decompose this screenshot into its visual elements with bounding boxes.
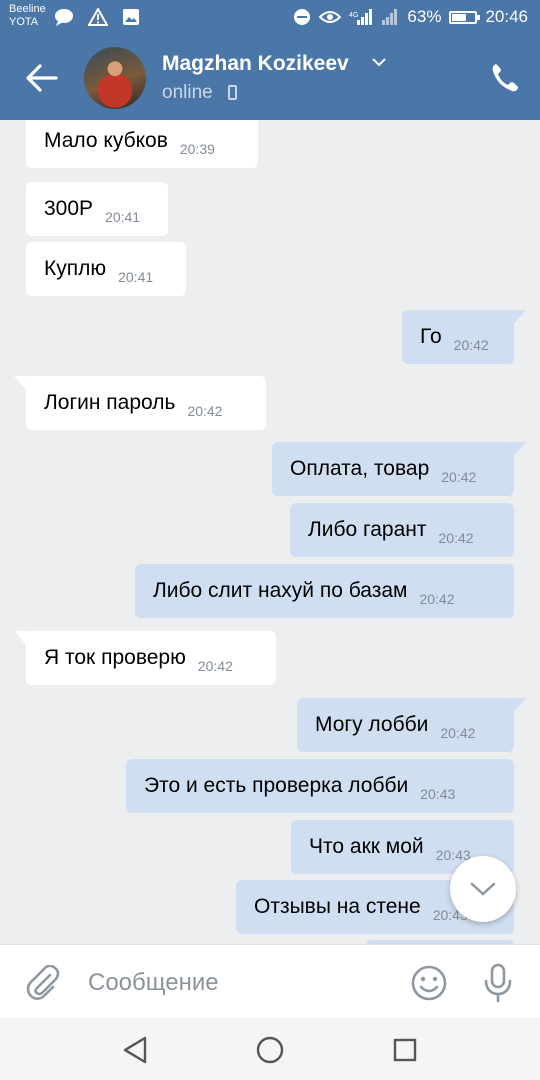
chevron-down-icon[interactable] (372, 57, 386, 67)
message-bubble[interactable]: Куплю 20:41 (26, 242, 186, 296)
bubble-tail (14, 631, 28, 647)
warning-icon (88, 8, 108, 26)
message-bubble[interactable]: Оплата, товар 20:42 (272, 442, 526, 496)
message-time: 20:42 (187, 403, 223, 419)
message-bubble[interactable]: 300Р 20:41 (26, 182, 168, 236)
avatar[interactable] (84, 47, 146, 109)
svg-text:4G: 4G (349, 12, 358, 19)
arrow-left-icon (26, 64, 58, 92)
nav-recent-apps-icon[interactable] (393, 1038, 417, 1062)
voice-message-button[interactable] (482, 963, 514, 1003)
message-text: Что акк мой (309, 835, 424, 858)
battery-percent: 63% (407, 7, 442, 26)
back-button[interactable] (24, 62, 60, 94)
carrier-2: YOTA (9, 16, 39, 28)
message-time: 20:41 (105, 209, 141, 225)
message-text: Го (420, 325, 442, 348)
message-bubble[interactable]: Либо слит нахуй по базам 20:42 (135, 564, 514, 618)
microphone-icon (484, 963, 512, 1003)
gallery-icon (123, 9, 139, 25)
chat-header: Magzhan Kozikeev online (0, 38, 540, 120)
clock: 20:46 (485, 7, 528, 26)
chevron-down-icon (470, 882, 496, 896)
message-input[interactable] (86, 959, 390, 1007)
message-time: 20:43 (420, 786, 456, 802)
bubble-tail (512, 442, 526, 458)
chat-notification-icon (55, 9, 73, 26)
message-text: Куплю (44, 257, 107, 280)
scroll-down-button[interactable] (450, 856, 516, 922)
message-text: Отзывы на стене (254, 895, 421, 918)
nav-back-icon[interactable] (122, 1036, 148, 1064)
paperclip-icon (26, 964, 60, 1000)
status-bar: Beeline YOTA 4G 63% 20:46 (0, 0, 540, 38)
message-time: 20:39 (179, 141, 215, 157)
notification-icons (54, 8, 140, 26)
contact-status: online (162, 82, 213, 104)
message-bubble[interactable]: Го 20:42 (402, 310, 526, 364)
carrier-1: Beeline (9, 3, 46, 15)
bubble-tail (14, 376, 28, 392)
signal-2-icon (382, 9, 398, 25)
message-text: Это и есть проверка лобби (144, 774, 409, 797)
system-nav-bar (0, 1018, 540, 1080)
dnd-icon (294, 9, 311, 25)
message-bubble[interactable]: Я ток проверю 20:42 (14, 631, 276, 685)
message-text: Либо гарант (308, 518, 427, 541)
message-time: 20:42 (419, 591, 455, 607)
nav-home-icon[interactable] (256, 1036, 284, 1064)
status-right: 4G 63% 20:46 (293, 7, 528, 27)
message-bubble[interactable]: Мало кубков 20:39 (26, 120, 258, 168)
message-bubble[interactable]: Либо гарант 20:42 (290, 503, 514, 557)
message-composer (0, 944, 540, 1018)
bubble-tail (512, 698, 526, 714)
attach-button[interactable] (26, 964, 60, 1001)
eye-icon (319, 11, 342, 23)
contact-name[interactable]: Magzhan Kozikeev (162, 52, 349, 76)
message-text: 300Р (44, 197, 94, 220)
message-time: 20:42 (197, 658, 233, 674)
message-text: Оплата, товар (290, 457, 430, 480)
message-bubble[interactable]: Логин пароль 20:42 (14, 376, 266, 430)
emoji-button[interactable] (410, 964, 448, 1002)
message-bubble[interactable]: Могу лобби 20:42 (297, 698, 526, 752)
status-label: online (162, 82, 213, 103)
phone-icon (492, 64, 518, 92)
bubble-tail (512, 310, 526, 326)
smiley-icon (411, 965, 447, 1001)
mobile-device-icon (228, 85, 237, 100)
message-time: 20:41 (118, 269, 154, 285)
battery-icon (449, 10, 481, 24)
carrier-label: Beeline YOTA (9, 3, 46, 29)
message-list[interactable]: Мало кубков 20:39 300Р 20:41 Куплю 20:41 Го 20:… (0, 120, 540, 944)
call-button[interactable] (490, 62, 520, 94)
message-bubble[interactable]: Это и есть проверка лобби 20:43 (126, 759, 514, 813)
message-text: Либо слит нахуй по базам (153, 579, 408, 602)
message-time: 20:42 (453, 337, 489, 353)
message-text: Могу лобби (315, 713, 429, 736)
message-text: Я ток проверю (44, 646, 186, 669)
message-text: Логин пароль (44, 391, 176, 414)
message-time: 20:42 (441, 469, 477, 485)
message-time: 20:42 (440, 725, 476, 741)
message-text: Мало кубков (44, 129, 168, 152)
message-time: 20:42 (438, 530, 474, 546)
signal-icon: 4G (349, 9, 373, 25)
